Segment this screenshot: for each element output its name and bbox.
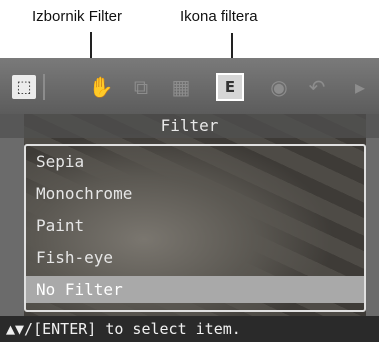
hand-icon[interactable]: ✋: [88, 75, 114, 99]
menu-item-sepia[interactable]: Sepia: [26, 148, 364, 175]
menu-title-bar: Filter: [0, 114, 379, 138]
menu-item-monochrome[interactable]: Monochrome: [26, 180, 364, 207]
menu-item-fish-eye[interactable]: Fish-eye: [26, 244, 364, 271]
camera-screen: ⬚ ✋ ⧉ ▦ E ◉ ↶ ▸ Filter Sepia Monochrome …: [0, 58, 379, 342]
undo-icon[interactable]: ↶: [304, 75, 330, 99]
toolbar-separator: [43, 74, 45, 100]
filter-menu: Sepia Monochrome Paint Fish-eye No Filte…: [24, 144, 366, 312]
adjust-icon[interactable]: ▦: [168, 75, 194, 99]
toolbar: ⬚ ✋ ⧉ ▦ E ◉ ↶ ▸: [0, 58, 379, 114]
status-text: ▲▼/[ENTER] to select item.: [6, 320, 241, 338]
redeye-icon[interactable]: ◉: [266, 75, 292, 99]
status-bar: ▲▼/[ENTER] to select item.: [0, 316, 379, 342]
rotate-icon[interactable]: ⧉: [128, 75, 154, 99]
menu-item-paint[interactable]: Paint: [26, 212, 364, 239]
select-icon[interactable]: ⬚: [12, 75, 36, 99]
menu-title: Filter: [160, 116, 219, 135]
filter-icon[interactable]: E: [216, 73, 244, 101]
filter-menu-callout: Izbornik Filter: [32, 8, 123, 25]
next-arrow-icon[interactable]: ▸: [347, 75, 373, 99]
filter-icon-callout: Ikona filtera: [180, 8, 258, 25]
menu-item-no-filter[interactable]: No Filter: [26, 276, 364, 303]
